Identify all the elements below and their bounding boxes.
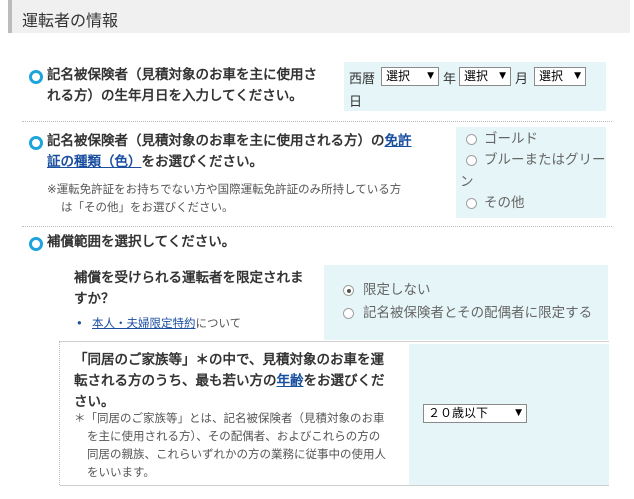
year-label: 年 [443,72,457,87]
divider [59,341,60,485]
month-select[interactable]: 選択 ▼ [459,67,511,86]
radio-other[interactable] [466,198,477,209]
question-ring-icon [29,70,43,84]
q3-sub2-label-line1: 「同居のご家族等」＊の中で、見積対象のお車を運 [74,352,384,368]
q3-sub2-note-line1: ＊「同居のご家族等」とは、記名被保険者（見積対象のお車 [74,411,385,425]
license-color-link-cont[interactable]: 証の種類（色） [47,154,142,170]
divider [60,341,609,342]
divider [60,485,609,486]
q1-label-line2: れる方）の生年月日を入力してください。 [47,88,303,104]
option-other-label: その他 [484,195,525,211]
q3-sub1-label-line1: 補償を受けられる運転者を限定されま [74,270,304,286]
question-ring-icon [29,136,43,150]
age-link[interactable]: 年齢 [277,373,304,389]
era-label: 西暦 [349,72,376,87]
q3-sub2-note-line4: をいいます。 [87,465,155,479]
option-no-limit-label: 限定しない [363,282,431,298]
q1-label-line1: 記名被保険者（見積対象のお車を主に使用さ [47,67,317,83]
youngest-age-select[interactable]: ２０歳以下 ▼ [423,404,527,423]
chevron-down-icon: ▼ [499,71,506,81]
option-limit-spouse-label: 記名被保険者とその配偶者に限定する [363,305,593,321]
q3-label: 補償範囲を選択してください。 [47,234,236,250]
bullet-icon: • [76,316,83,330]
q3-sub2-label-line2: 転される方のうち、最も若い方の年齢をお選びくだ [74,373,385,389]
radio-gold[interactable] [466,134,477,145]
q3-sub1-link-line: 本人・夫婦限定特約について [92,316,242,330]
divider [22,121,612,122]
q2-label-line2: 証の種類（色）をお選びください。 [47,154,263,170]
q2-label-line1: 記名被保険者（見積対象のお車を主に使用される方）の免許 [47,133,412,149]
radio-blue-green[interactable] [466,155,477,166]
q3-sub1-label-line2: すか？ [74,291,115,307]
option-blue-green-label: ブルーまたはグリー [484,152,606,168]
spouse-limit-rider-link[interactable]: 本人・夫婦限定特約 [92,316,196,330]
chevron-down-icon: ▼ [515,408,522,418]
q3-sub2-note-line2: を主に使用される方）、その配偶者、およびこれらの方の [87,429,381,443]
question-ring-icon [29,237,43,251]
month-label: 月 [515,72,529,87]
day-select[interactable]: 選択 ▼ [534,67,586,86]
q2-note-line2: は「その他」をお選びください。 [61,200,234,214]
q2-note-line1: ※運転免許証をお持ちでない方や国際運転免許証のみ所持している方 [47,182,402,196]
option-blue-green-label-cont: ン [460,174,474,190]
license-color-link[interactable]: 免許 [385,133,412,149]
radio-no-limit[interactable] [343,285,354,296]
year-select[interactable]: 選択 ▼ [381,67,439,86]
q3-sub2-note-line3: 同居の親族、これらいずれかの方の業務に従事中の使用人 [87,447,386,461]
chevron-down-icon: ▼ [574,71,581,81]
chevron-down-icon: ▼ [427,71,434,81]
radio-limit-spouse[interactable] [343,308,354,319]
divider [22,226,612,227]
section-title: 運転者の情報 [22,11,119,30]
option-gold-label: ゴールド [484,131,538,147]
day-label: 日 [349,95,363,110]
